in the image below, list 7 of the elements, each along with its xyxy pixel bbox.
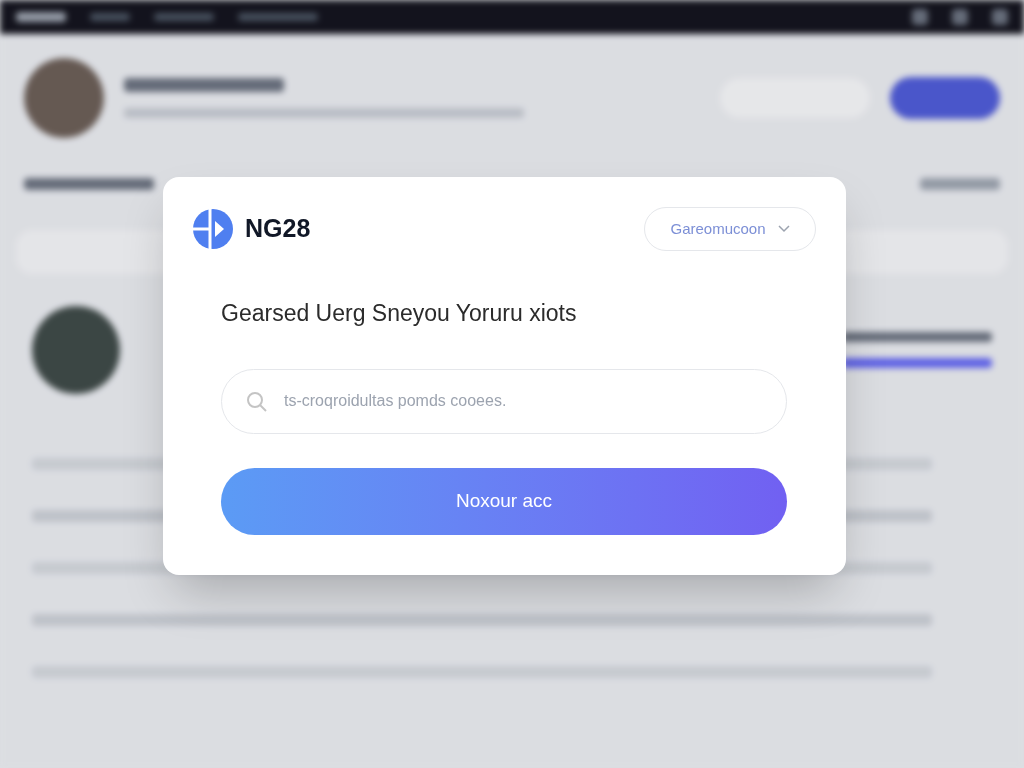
search-icon xyxy=(245,389,269,414)
brand-name: NG28 xyxy=(245,213,311,245)
dialog-heading: Gearsed Uerg Sneyou Yoruru xiots xyxy=(221,299,578,328)
logo-icon xyxy=(193,209,233,249)
chevron-down-icon xyxy=(777,225,790,233)
search-field[interactable]: ts-croqroidultas pomds cooees. xyxy=(221,368,787,434)
primary-button[interactable]: Noxour acc xyxy=(221,467,787,535)
